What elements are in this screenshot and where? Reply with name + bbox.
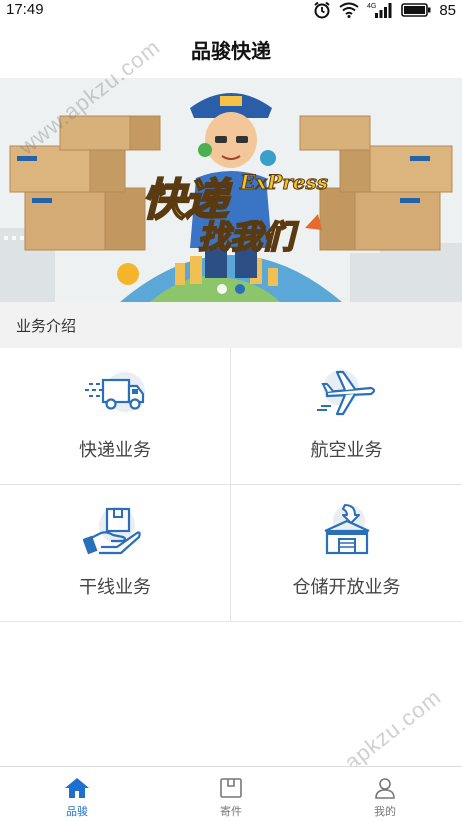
delivery-truck-icon — [85, 372, 145, 412]
service-express[interactable]: 快递业务 — [0, 348, 231, 485]
carousel-dot[interactable] — [217, 284, 227, 294]
alarm-icon — [314, 1, 330, 19]
service-warehouse[interactable]: 仓储开放业务 — [231, 485, 462, 622]
bottom-tab-bar: 品骏 寄件 我的 — [0, 766, 462, 821]
section-title: 业务介绍 — [16, 316, 77, 335]
app-header: 品骏快递 — [0, 20, 462, 78]
battery-level: 85 — [439, 1, 456, 19]
status-icons: 4G 85 — [313, 1, 456, 19]
user-icon — [375, 778, 395, 799]
service-label: 航空业务 — [310, 440, 383, 461]
warehouse-icon — [324, 504, 369, 555]
service-label: 干线业务 — [79, 577, 151, 598]
banner-headline-sub: 找我们 — [197, 217, 295, 257]
banner-headline: 快递 ExPress 找我们 — [141, 164, 342, 264]
service-grid: 快递业务 航空业务 干线业务 仓储开放业务 — [0, 348, 462, 622]
tab-label: 寄件 — [220, 805, 242, 818]
tab-home[interactable]: 品骏 — [0, 767, 154, 821]
page-title: 品骏快递 — [191, 38, 271, 63]
tab-label: 品骏 — [66, 805, 88, 818]
service-label: 快递业务 — [79, 440, 151, 461]
section-header: 业务介绍 — [0, 302, 462, 348]
tab-label: 我的 — [374, 805, 396, 818]
signal-icon: 4G — [367, 3, 392, 18]
wifi-icon — [339, 2, 359, 18]
box-icon — [220, 778, 242, 798]
tab-mine[interactable]: 我的 — [308, 767, 462, 821]
service-air[interactable]: 航空业务 — [231, 348, 462, 485]
status-time: 17:49 — [6, 1, 44, 18]
tab-send[interactable]: 寄件 — [154, 767, 308, 821]
service-label: 仓储开放业务 — [292, 577, 401, 598]
service-trunk[interactable]: 干线业务 — [0, 485, 231, 622]
carousel-dot-active[interactable] — [235, 284, 245, 294]
status-bar: 17:49 4G 85 — [0, 0, 462, 20]
network-type-text: 4G — [367, 3, 376, 10]
hand-package-icon — [83, 507, 141, 555]
home-icon — [65, 778, 89, 798]
airplane-icon — [316, 370, 375, 416]
battery-icon — [401, 3, 431, 17]
banner-headline-script: ExPress — [240, 170, 329, 195]
